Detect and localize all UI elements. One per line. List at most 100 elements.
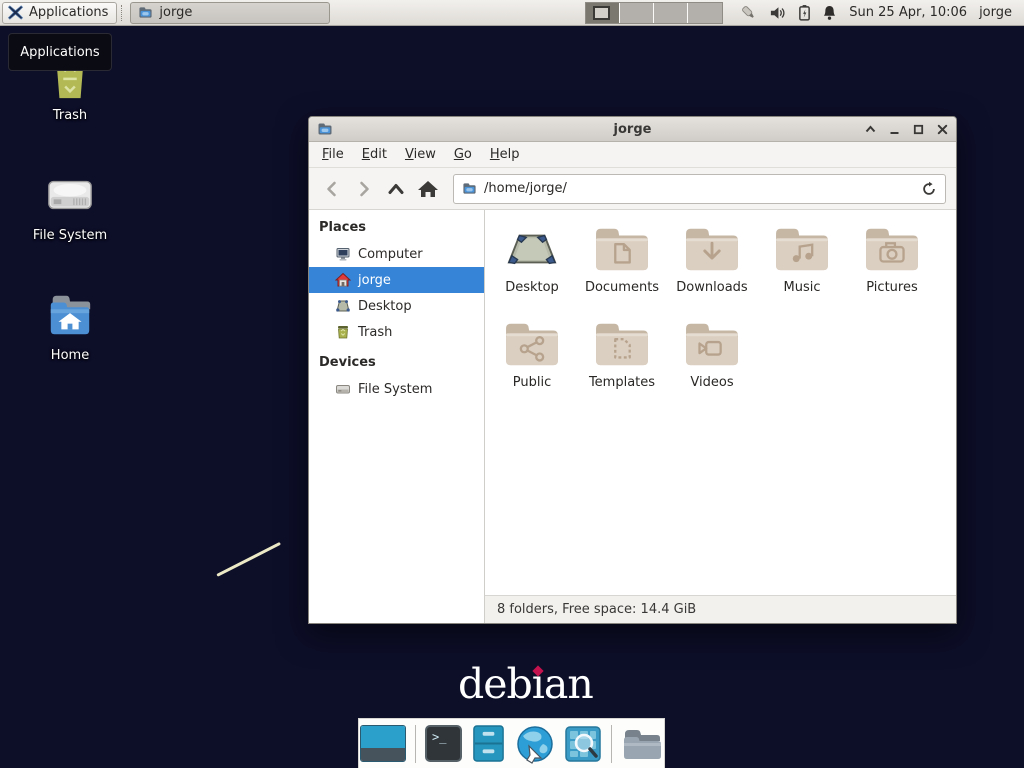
taskbar-window-button[interactable]: jorge — [130, 2, 330, 24]
file-icon-documents[interactable]: Documents — [577, 224, 667, 319]
desktop-icon-label: Trash — [15, 108, 125, 123]
debian-logo-text: an — [544, 660, 593, 708]
statusbar-text: 8 folders, Free space: 14.4 GiB — [497, 602, 696, 617]
videos-folder-icon — [681, 319, 743, 369]
desktop-icon-home[interactable]: Home — [15, 290, 125, 363]
file-label: Downloads — [676, 280, 747, 295]
file-icon-public[interactable]: Public — [487, 319, 577, 414]
file-label: Music — [784, 280, 821, 295]
applications-tooltip: Applications — [8, 33, 112, 71]
bottom-dock: >_ — [358, 718, 665, 768]
app-finder-launcher-icon[interactable] — [564, 725, 602, 763]
volume-icon[interactable] — [769, 5, 787, 21]
desktop-icon-label: File System — [15, 228, 125, 243]
workspace-4[interactable] — [688, 3, 722, 23]
desktop-icon — [335, 298, 351, 314]
up-button[interactable] — [381, 174, 411, 204]
panel-handle — [121, 5, 126, 21]
clock[interactable]: Sun 25 Apr, 10:06 — [849, 5, 967, 20]
trash-icon — [335, 324, 351, 340]
terminal-launcher-icon[interactable]: >_ — [425, 725, 462, 762]
menu-go[interactable]: Go — [445, 143, 481, 166]
window-title: jorge — [309, 122, 956, 137]
desktop-icon-label: Home — [15, 348, 125, 363]
home-button[interactable] — [413, 174, 443, 204]
workspace-window-thumbnail — [593, 6, 610, 20]
notification-bell-icon[interactable] — [822, 4, 837, 21]
directory-menu-icon[interactable] — [621, 726, 663, 762]
file-icon-pictures[interactable]: Pictures — [847, 224, 937, 319]
statusbar: 8 folders, Free space: 14.4 GiB — [485, 595, 956, 623]
battery-icon[interactable] — [798, 4, 811, 21]
sidebar-item-label: jorge — [358, 273, 391, 288]
file-label: Videos — [690, 375, 733, 390]
show-desktop-button[interactable] — [360, 725, 406, 762]
sidebar-header-places: Places — [309, 216, 484, 241]
cursor-trail-artifact — [216, 542, 281, 577]
sidebar-header-devices: Devices — [309, 351, 484, 376]
folder-icon — [138, 5, 153, 20]
computer-icon — [335, 246, 351, 262]
reload-icon[interactable] — [921, 181, 937, 197]
file-icon-videos[interactable]: Videos — [667, 319, 757, 414]
home-icon — [417, 179, 439, 199]
sidebar-item-label: Trash — [358, 325, 392, 340]
public-folder-icon — [501, 319, 563, 369]
sidebar-item-desktop[interactable]: Desktop — [309, 293, 484, 319]
file-manager-launcher-icon[interactable] — [471, 724, 506, 763]
panel-username[interactable]: jorge — [979, 5, 1012, 20]
file-icon-downloads[interactable]: Downloads — [667, 224, 757, 319]
back-button[interactable] — [317, 174, 347, 204]
applications-menu-button[interactable]: Applications — [2, 2, 117, 24]
file-icon-music[interactable]: Music — [757, 224, 847, 319]
window-titlebar[interactable]: jorge — [309, 117, 956, 142]
stylus-tray-icon[interactable] — [739, 3, 758, 22]
sidebar-item-label: File System — [358, 382, 432, 397]
workspace-3[interactable] — [654, 3, 688, 23]
file-label: Documents — [585, 280, 659, 295]
downloads-folder-icon — [681, 224, 743, 274]
debian-logo: debıan — [458, 660, 593, 708]
file-manager-window: jorge File Edit View Go Help /home/jorge… — [308, 116, 957, 624]
web-browser-launcher-icon[interactable] — [515, 724, 555, 764]
workspace-switcher[interactable] — [585, 2, 723, 24]
file-icon-templates[interactable]: Templates — [577, 319, 667, 414]
menu-edit[interactable]: Edit — [353, 143, 396, 166]
sidebar-item-file-system[interactable]: File System — [309, 376, 484, 402]
menu-view[interactable]: View — [396, 143, 445, 166]
menubar: File Edit View Go Help — [309, 142, 956, 168]
pictures-folder-icon — [861, 224, 923, 274]
debian-logo-i: ı — [532, 660, 544, 708]
close-button[interactable] — [937, 124, 948, 135]
desktop-icon-file-system[interactable]: File System — [15, 170, 125, 243]
file-view[interactable]: Desktop Documents Downloads Music Pictur… — [485, 210, 956, 623]
up-icon — [386, 179, 406, 199]
music-folder-icon — [771, 224, 833, 274]
window-folder-icon — [317, 121, 333, 137]
minimize-button[interactable] — [889, 124, 900, 135]
templates-folder-icon — [591, 319, 653, 369]
sidebar-item-jorge[interactable]: jorge — [309, 267, 484, 293]
documents-folder-icon — [591, 224, 653, 274]
forward-icon — [354, 179, 374, 199]
sidebar-item-trash[interactable]: Trash — [309, 319, 484, 345]
location-bar[interactable]: /home/jorge/ — [453, 174, 946, 204]
location-path[interactable]: /home/jorge/ — [484, 181, 914, 196]
drive-icon — [335, 381, 351, 397]
sidebar-item-computer[interactable]: Computer — [309, 241, 484, 267]
desktop-folder-icon — [501, 224, 563, 274]
sidebar: Places Computer jorge Desktop Trash Devi… — [309, 210, 485, 623]
workspace-1[interactable] — [586, 3, 620, 23]
shade-button[interactable] — [865, 124, 876, 135]
workspace-2[interactable] — [620, 3, 654, 23]
hard-drive-icon — [45, 170, 95, 220]
menu-help[interactable]: Help — [481, 143, 529, 166]
maximize-button[interactable] — [913, 124, 924, 135]
menu-file[interactable]: File — [313, 143, 353, 166]
back-icon — [322, 179, 342, 199]
file-label: Pictures — [866, 280, 917, 295]
file-icon-desktop[interactable]: Desktop — [487, 224, 577, 319]
dock-separator — [611, 725, 612, 763]
debian-logo-text: deb — [458, 660, 532, 708]
forward-button[interactable] — [349, 174, 379, 204]
